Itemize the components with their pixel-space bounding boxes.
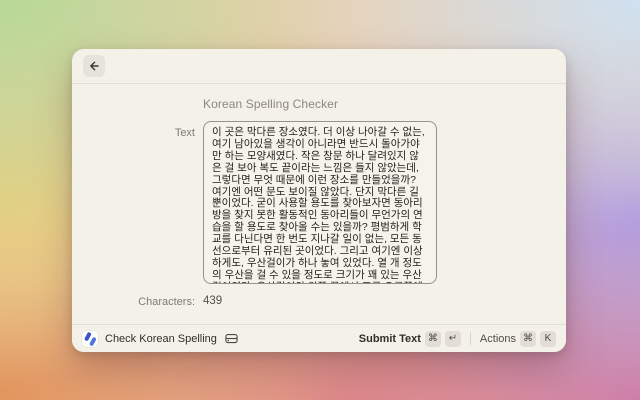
toolbar-divider [470,332,471,345]
drive-icon [225,332,238,345]
text-input[interactable]: 이 곳은 막다른 장소였다. 더 이상 나아갈 수 없는, 여기 남아있을 생각… [203,121,437,284]
return-key-badge: ↵ [445,331,461,347]
window-header [72,49,566,84]
page-title: Korean Spelling Checker [203,97,338,111]
arrow-left-icon [88,60,100,72]
characters-count: 439 [203,295,222,307]
text-field-label: Text [72,127,195,139]
actions-button[interactable]: Actions [480,333,516,345]
cmd-key-badge: ⌘ [425,331,441,347]
characters-label: Characters: [72,296,195,308]
extension-icon [82,331,98,347]
submit-text-button[interactable]: Submit Text [359,333,421,345]
back-button[interactable] [83,55,105,77]
bottom-toolbar: Check Korean Spelling Submit Text ⌘ ↵ Ac… [72,324,566,352]
cmd-key-badge: ⌘ [520,331,536,347]
app-window: Korean Spelling Checker Text 이 곳은 막다른 장소… [72,49,566,352]
form-area: Korean Spelling Checker Text 이 곳은 막다른 장소… [72,84,566,324]
command-title: Check Korean Spelling [105,333,217,345]
k-key-badge: K [540,331,556,347]
